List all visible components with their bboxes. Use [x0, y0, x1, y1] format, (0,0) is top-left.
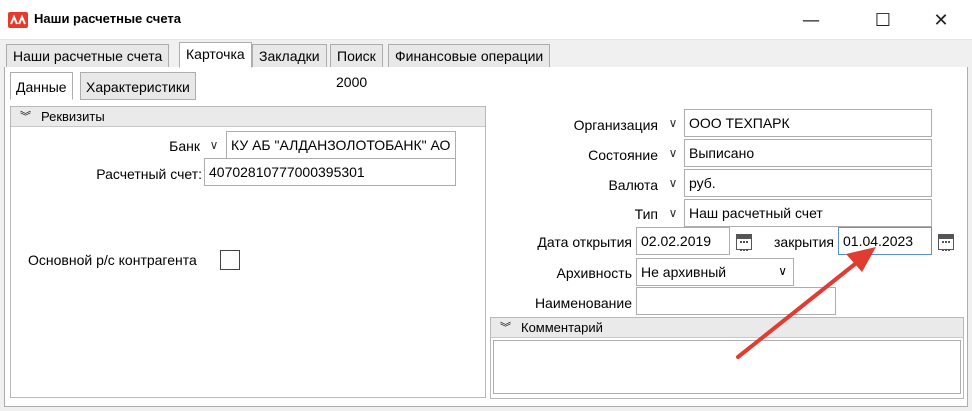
- annotation-arrow: [736, 247, 876, 359]
